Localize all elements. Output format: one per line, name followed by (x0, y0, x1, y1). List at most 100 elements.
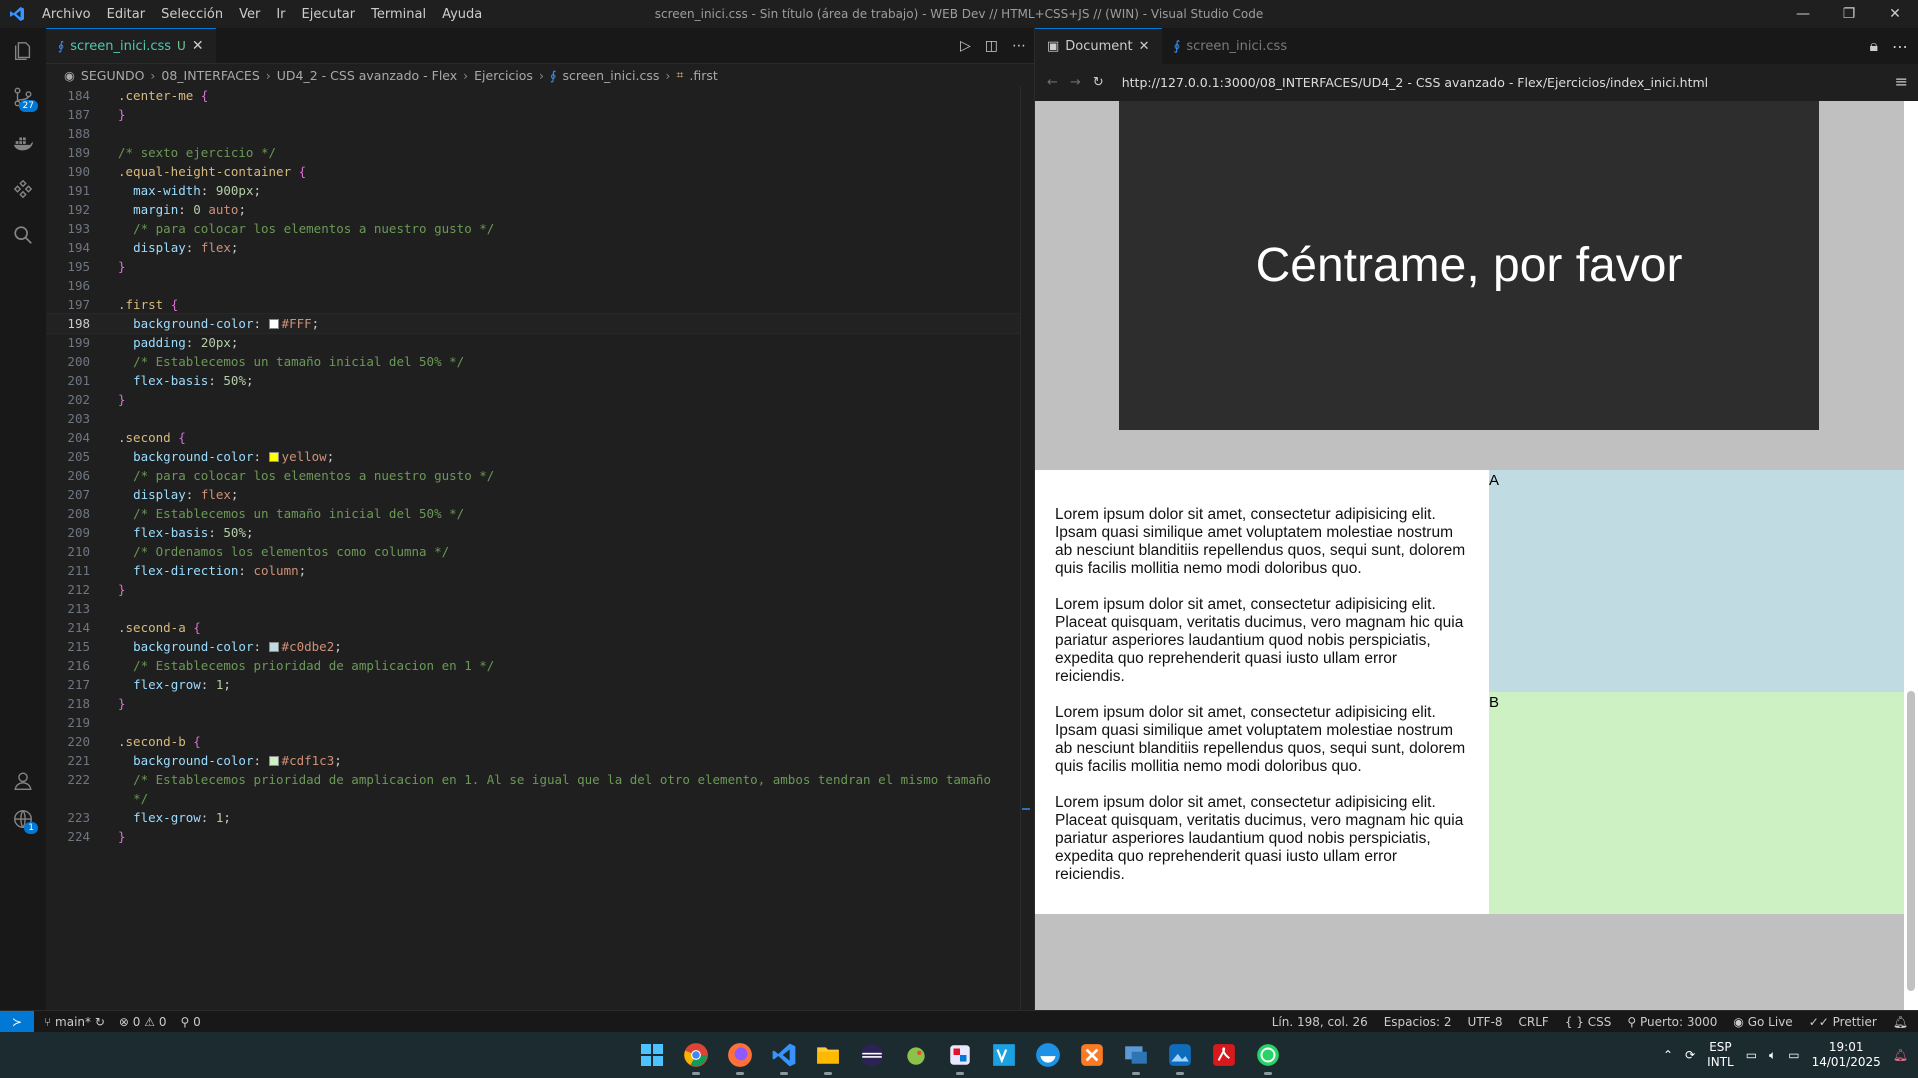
code-line[interactable]: 224} (46, 827, 1034, 846)
input-language[interactable]: ESP INTL (1707, 1040, 1734, 1070)
breadcrumb-item[interactable]: .first (689, 68, 717, 83)
code-line[interactable]: 210 /* Ordenamos los elementos como colu… (46, 542, 1034, 561)
chrome-icon[interactable] (680, 1039, 712, 1075)
code-line[interactable]: 187} (46, 105, 1034, 124)
remote-globe-icon[interactable]: 1 (0, 796, 46, 842)
xampp-icon[interactable] (1076, 1039, 1108, 1071)
encoding-status[interactable]: UTF-8 (1468, 1015, 1503, 1029)
code-line[interactable]: 193 /* para colocar los elementos a nues… (46, 219, 1034, 238)
tab-screen-inici-css-preview[interactable]: ∮ screen_inici.css (1161, 28, 1300, 64)
start-button-icon[interactable] (636, 1039, 668, 1071)
code-line[interactable]: 221 background-color: #cdf1c3; (46, 751, 1034, 770)
acrobat-icon[interactable] (1208, 1039, 1240, 1071)
eol-status[interactable]: CRLF (1519, 1015, 1549, 1029)
menu-terminal[interactable]: Terminal (363, 7, 434, 22)
reload-icon[interactable]: ↻ (1093, 75, 1104, 90)
menu-ejecutar[interactable]: Ejecutar (294, 7, 364, 22)
battery-icon[interactable]: ▭ (1788, 1048, 1799, 1062)
firefox-icon[interactable] (724, 1039, 756, 1075)
display-icon[interactable]: ▭ (1746, 1048, 1757, 1062)
code-line[interactable]: 211 flex-direction: column; (46, 561, 1034, 580)
close-tab-icon[interactable]: ✕ (192, 38, 204, 54)
code-line[interactable]: 198 background-color: #FFF; (46, 313, 1034, 334)
color-swatch[interactable] (268, 452, 279, 462)
code-line[interactable]: 203 (46, 409, 1034, 428)
code-line[interactable]: 207 display: flex; (46, 485, 1034, 504)
menu-archivo[interactable]: Archivo (34, 7, 99, 22)
color-swatch[interactable] (268, 756, 279, 766)
code-line[interactable]: 192 margin: 0 auto; (46, 200, 1034, 219)
close-window-button[interactable]: ✕ (1872, 0, 1918, 28)
visual-studio-installer-icon[interactable] (988, 1039, 1020, 1071)
minimize-button[interactable]: — (1780, 0, 1826, 28)
cursor-position[interactable]: Lín. 198, col. 26 (1272, 1015, 1368, 1029)
editor-scrollbar[interactable] (1020, 86, 1034, 1010)
split-editor-icon[interactable]: ◫ (985, 38, 998, 54)
vscode-taskbar-icon[interactable] (768, 1039, 800, 1075)
scrollbar-thumb[interactable] (1907, 691, 1915, 991)
code-line[interactable]: */ (46, 789, 1034, 808)
problems-status[interactable]: ⊗ 0 ⚠ 0 (119, 1015, 167, 1029)
code-line[interactable]: 194 display: flex; (46, 238, 1034, 257)
breadcrumb-item[interactable]: screen_inici.css (562, 68, 659, 83)
volume-icon[interactable]: 🔈︎ (1769, 1048, 1776, 1063)
go-live-button[interactable]: ◉ Go Live (1733, 1015, 1792, 1029)
ports-status[interactable]: ⚲ 0 (181, 1015, 201, 1029)
hamburger-menu-icon[interactable]: ≡ (1895, 72, 1908, 91)
code-line[interactable]: 191 max-width: 900px; (46, 181, 1034, 200)
maximize-button[interactable]: ❐ (1826, 0, 1872, 28)
extensions-icon[interactable] (0, 166, 46, 212)
code-line[interactable]: 204 .second { (46, 428, 1034, 447)
code-line[interactable]: 205 background-color: yellow; (46, 447, 1034, 466)
source-control-icon[interactable]: 27 (0, 74, 46, 120)
code-line[interactable]: 223 flex-grow: 1; (46, 808, 1034, 827)
vscode-logo-icon[interactable] (0, 0, 34, 28)
file-explorer-icon[interactable] (812, 1039, 844, 1075)
code-line[interactable]: 196 (46, 276, 1034, 295)
code-line[interactable]: 217 flex-grow: 1; (46, 675, 1034, 694)
language-mode[interactable]: { } CSS (1565, 1015, 1612, 1029)
page-scrollbar[interactable] (1904, 101, 1918, 1010)
code-line[interactable]: 189 /* sexto ejercicio */ (46, 143, 1034, 162)
code-line[interactable]: 199 padding: 20px; (46, 333, 1034, 352)
code-line[interactable]: 190 .equal-height-container { (46, 162, 1034, 181)
lock-icon[interactable]: 🔒︎ (1869, 36, 1878, 56)
code-line[interactable]: 219 (46, 713, 1034, 732)
notifications-bell-icon[interactable]: 🔔︎ (1893, 1015, 1908, 1029)
code-line[interactable]: 215 background-color: #c0dbe2; (46, 637, 1034, 656)
menu-editar[interactable]: Editar (99, 7, 154, 22)
address-bar[interactable]: http://127.0.0.1:3000/08_INTERFACES/UD4_… (1122, 75, 1708, 90)
port-status[interactable]: ⚲ Puerto: 3000 (1627, 1015, 1717, 1029)
remote-desktop-icon[interactable] (1120, 1039, 1152, 1075)
code-line[interactable]: 202} (46, 390, 1034, 409)
sync-tray-icon[interactable]: ⟳ (1685, 1048, 1695, 1062)
photos-icon[interactable] (1164, 1039, 1196, 1075)
menu-ayuda[interactable]: Ayuda (434, 7, 490, 22)
snipping-tool-icon[interactable] (944, 1039, 976, 1075)
forward-arrow-icon[interactable]: → (1070, 75, 1081, 90)
breadcrumb-item[interactable]: UD4_2 - CSS avanzado - Flex (277, 68, 457, 83)
code-line[interactable]: 197 .first { (46, 295, 1034, 314)
back-arrow-icon[interactable]: ← (1047, 75, 1058, 90)
more-actions-icon[interactable]: ⋯ (1892, 37, 1908, 56)
code-line[interactable]: 195} (46, 257, 1034, 276)
code-line[interactable]: 200 /* Establecemos un tamaño inicial de… (46, 352, 1034, 371)
branch-status[interactable]: ⑂ main* ↻ (44, 1015, 105, 1029)
breadcrumb-item[interactable]: SEGUNDO (81, 68, 144, 83)
docker-desktop-icon[interactable] (1032, 1039, 1064, 1071)
code-line[interactable]: 214 .second-a { (46, 618, 1034, 637)
code-line[interactable]: 216 /* Establecemos prioridad de amplica… (46, 656, 1034, 675)
tab-document[interactable]: ▣ Document ✕ (1035, 28, 1162, 64)
code-line[interactable]: 218} (46, 694, 1034, 713)
menu-ver[interactable]: Ver (231, 7, 268, 22)
search-icon[interactable] (0, 212, 46, 258)
code-line[interactable]: 206 /* para colocar los elementos a nues… (46, 466, 1034, 485)
eclipse-icon[interactable] (856, 1039, 888, 1071)
code-line[interactable]: 208 /* Establecemos un tamaño inicial de… (46, 504, 1034, 523)
more-actions-icon[interactable]: ⋯ (1012, 38, 1026, 54)
tab-screen-inici-css[interactable]: ∮ screen_inici.css U ✕ (46, 28, 216, 63)
sync-icon[interactable]: ↻ (95, 1015, 105, 1029)
breadcrumb-item[interactable]: 08_INTERFACES (161, 68, 259, 83)
color-swatch[interactable] (268, 642, 279, 652)
code-line[interactable]: 213 (46, 599, 1034, 618)
